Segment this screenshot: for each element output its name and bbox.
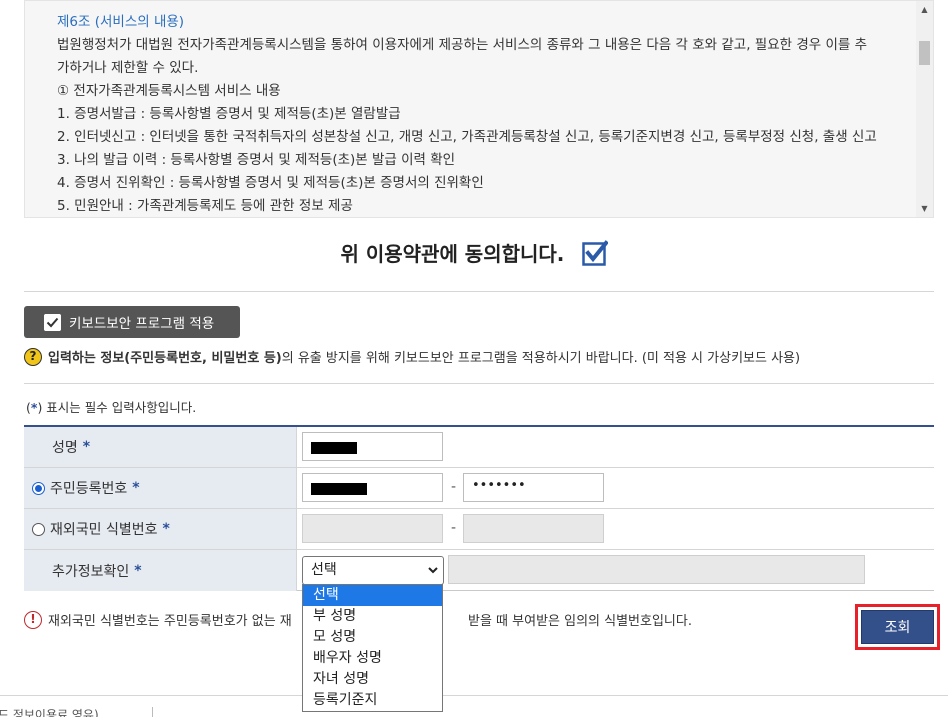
footer-separator	[152, 707, 153, 717]
notice-bold-text: 입력하는 정보(주민등록번호, 비밀번호 등)	[48, 351, 282, 366]
foreigner-id-notice: ! 재외국민 식별번호는 주민등록번호가 없는 재 받을 때 부여받은 임의의 …	[24, 610, 692, 629]
agree-label: 위 이용약관에 동의합니다.	[340, 242, 565, 266]
rrn-dash: -	[451, 479, 457, 495]
rrn-back-input[interactable]: •••••••	[463, 473, 604, 502]
foreigner-dash: -	[451, 520, 457, 536]
extra-info-select[interactable]: 선택	[302, 556, 444, 585]
rrn-label-cell[interactable]: 주민등록번호 *	[24, 468, 297, 508]
dropdown-option[interactable]: 선택	[303, 585, 442, 606]
rrn-radio[interactable]	[32, 481, 45, 495]
search-button-highlight: 조회	[855, 604, 940, 650]
redacted-value	[311, 483, 367, 495]
terms-scroll-box[interactable]: 제6조 (서비스의 내용) 법원행정처가 대법원 전자가족관계등록시스템을 통하…	[24, 0, 934, 218]
required-star: *	[132, 480, 140, 496]
question-icon: ?	[24, 347, 42, 366]
exclamation-icon: !	[24, 610, 42, 629]
scroll-thumb[interactable]	[919, 41, 930, 65]
dropdown-option[interactable]: 배우자 성명	[303, 648, 442, 669]
rrn-back-value: •••••••	[472, 478, 526, 493]
dropdown-option[interactable]: 등록기준지	[303, 690, 442, 711]
notice-text-part2: 받을 때 부여받은 임의의 식별번호입니다.	[468, 614, 692, 629]
terms-line: 4. 증명서 진위확인 : 등록사항별 증명서 및 제적등(초)본 증명서의 진…	[57, 175, 484, 191]
required-note: (*) 표시는 필수 입력사항입니다.	[26, 400, 197, 415]
divider	[24, 383, 934, 384]
agree-row: 위 이용약관에 동의합니다.	[0, 238, 948, 267]
terms-line: 5. 민원안내 : 가족관계등록제도 등에 관한 정보 제공	[57, 198, 353, 214]
dropdown-option[interactable]: 자녀 성명	[303, 669, 442, 690]
foreigner-radio[interactable]	[32, 522, 45, 536]
agree-checkbox-icon[interactable]	[581, 239, 608, 266]
terms-line: 법원행정처가 대법원 전자가족관계등록시스템을 통하여 이용자에게 제공하는 서…	[57, 37, 868, 53]
redacted-value	[311, 442, 357, 454]
name-input[interactable]	[302, 432, 443, 461]
keyboard-security-button[interactable]: 키보드보안 프로그램 적용	[24, 306, 240, 338]
terms-line: 3. 나의 발급 이력 : 등록사항별 증명서 및 제적등(초)본 발급 이력 …	[57, 152, 456, 168]
dropdown-option[interactable]: 부 성명	[303, 606, 442, 627]
notice-text-part1: 재외국민 식별번호는 주민등록번호가 없는 재	[48, 614, 292, 629]
rrn-label: 주민등록번호	[50, 481, 128, 497]
form-row-foreigner: 재외국민 식별번호 * -	[24, 509, 934, 550]
scroll-up-arrow-icon[interactable]: ▲	[916, 1, 933, 18]
divider	[0, 695, 948, 696]
terms-line: 가하거나 제한할 수 있다.	[57, 60, 199, 76]
extra-label-cell: 추가정보확인 *	[24, 550, 297, 591]
identity-form: 성명 * 주민등록번호 * - ••••••• 재외국민 식별번호 * - 추가정보확…	[24, 425, 934, 591]
keyboard-security-label: 키보드보안 프로그램 적용	[69, 316, 215, 332]
extra-label: 추가정보확인	[52, 563, 130, 580]
form-row-extra: 추가정보확인 *	[24, 550, 934, 591]
extra-info-dropdown-list[interactable]: 선택 부 성명 모 성명 배우자 성명 자녀 성명 등록기준지	[302, 584, 443, 712]
divider	[24, 291, 934, 292]
terms-content: 제6조 (서비스의 내용) 법원행정처가 대법원 전자가족관계등록시스템을 통하…	[57, 11, 917, 217]
form-row-name: 성명 *	[24, 427, 934, 468]
search-button[interactable]: 조회	[861, 610, 934, 644]
terms-line: 1. 증명서발급 : 등록사항별 증명서 및 제적등(초)본 열람발급	[57, 106, 401, 122]
name-label-cell: 성명 *	[24, 427, 297, 467]
terms-article-title: 제6조 (서비스의 내용)	[57, 14, 185, 30]
required-star: *	[82, 439, 91, 455]
keyboard-security-checkbox-icon	[44, 313, 61, 331]
dropdown-option[interactable]: 모 성명	[303, 627, 442, 648]
terms-line: 2. 인터넷신고 : 인터넷을 통한 국적취득자의 성본창설 신고, 개명 신고…	[57, 129, 877, 145]
terms-scrollbar[interactable]: ▲ ▼	[916, 1, 933, 217]
footer-text: 드 정보이용료 영유)	[0, 708, 99, 717]
foreigner-label-cell[interactable]: 재외국민 식별번호 *	[24, 509, 297, 549]
scroll-down-arrow-icon[interactable]: ▼	[916, 200, 933, 217]
foreigner-back-input	[463, 514, 604, 543]
foreigner-label: 재외국민 식별번호	[50, 522, 158, 538]
extra-info-input	[448, 555, 865, 584]
notice-text: 의 유출 방지를 위해 키보드보안 프로그램을 적용하시기 바랍니다. (미 적…	[281, 351, 801, 366]
required-star: *	[162, 521, 170, 537]
form-row-rrn: 주민등록번호 * - •••••••	[24, 468, 934, 509]
foreigner-front-input	[302, 514, 443, 543]
select-value: 선택	[311, 562, 337, 578]
name-label: 성명	[52, 440, 78, 456]
keyboard-security-notice: ? 입력하는 정보(주민등록번호, 비밀번호 등)의 유출 방지를 위해 키보드…	[24, 347, 800, 366]
terms-line: ① 전자가족관계등록시스템 서비스 내용	[57, 83, 281, 99]
required-star: *	[134, 562, 142, 579]
rrn-front-input[interactable]	[302, 473, 443, 502]
